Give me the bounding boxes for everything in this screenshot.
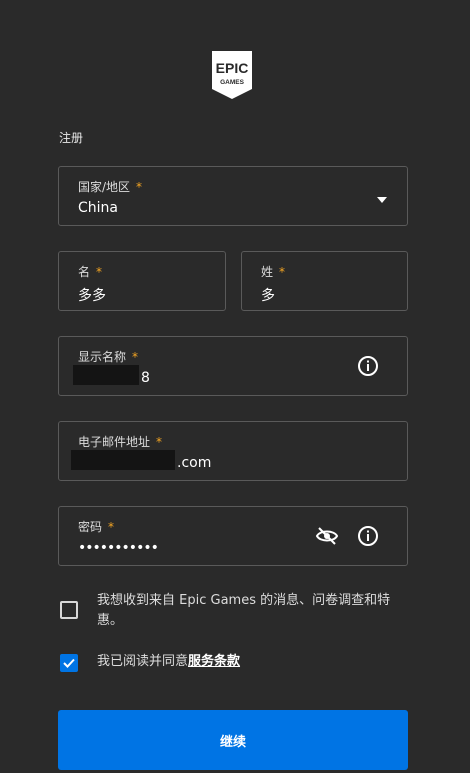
first-name-label: 名 bbox=[78, 265, 91, 279]
country-value: China bbox=[78, 200, 118, 216]
password-value: ••••••••••• bbox=[78, 540, 159, 556]
first-name-field[interactable]: 名 * 多多 bbox=[58, 251, 226, 311]
last-name-field[interactable]: 姓 * 多 bbox=[241, 251, 408, 311]
continue-button[interactable]: 继续 bbox=[58, 710, 408, 770]
required-mark: * bbox=[156, 435, 163, 449]
password-label: 密码 bbox=[78, 520, 103, 534]
required-mark: * bbox=[279, 265, 286, 279]
last-name-label: 姓 bbox=[261, 265, 274, 279]
country-select[interactable]: 国家/地区 * China bbox=[58, 166, 408, 226]
epic-games-logo: EPIC GAMES bbox=[212, 51, 252, 99]
checkmark-icon bbox=[63, 658, 75, 668]
redacted-block bbox=[71, 450, 175, 470]
page-title: 注册 bbox=[59, 131, 84, 145]
terms-of-service-link[interactable]: 服务条款 bbox=[188, 654, 240, 669]
svg-text:GAMES: GAMES bbox=[220, 79, 245, 86]
svg-text:EPIC: EPIC bbox=[216, 60, 249, 76]
required-mark: * bbox=[108, 520, 115, 534]
display-name-label: 显示名称 bbox=[78, 350, 127, 364]
terms-label-prefix: 我已阅读并同意 bbox=[97, 654, 189, 669]
first-name-value: 多多 bbox=[78, 288, 106, 304]
info-icon[interactable] bbox=[357, 525, 379, 547]
password-field[interactable]: 密码 * ••••••••••• bbox=[58, 506, 408, 566]
terms-label: 我已阅读并同意服务条款 bbox=[97, 652, 240, 672]
required-mark: * bbox=[136, 180, 143, 194]
required-mark: * bbox=[96, 265, 103, 279]
terms-checkbox[interactable] bbox=[60, 654, 78, 672]
email-value: .com bbox=[177, 455, 212, 471]
eye-hidden-icon[interactable] bbox=[315, 525, 339, 547]
newsletter-checkbox[interactable] bbox=[60, 601, 78, 619]
display-name-field[interactable]: 显示名称 * 8 bbox=[58, 336, 408, 396]
redacted-block bbox=[73, 365, 139, 385]
chevron-down-icon[interactable] bbox=[377, 197, 387, 203]
email-label: 电子邮件地址 bbox=[78, 435, 151, 449]
country-label: 国家/地区 bbox=[78, 180, 131, 194]
required-mark: * bbox=[132, 350, 139, 364]
last-name-value: 多 bbox=[261, 288, 275, 304]
email-field[interactable]: 电子邮件地址 * .com bbox=[58, 421, 408, 481]
display-name-value: 8 bbox=[141, 370, 150, 386]
info-icon[interactable] bbox=[357, 355, 379, 377]
newsletter-label: 我想收到来自 Epic Games 的消息、问卷调查和特惠。 bbox=[97, 593, 391, 628]
